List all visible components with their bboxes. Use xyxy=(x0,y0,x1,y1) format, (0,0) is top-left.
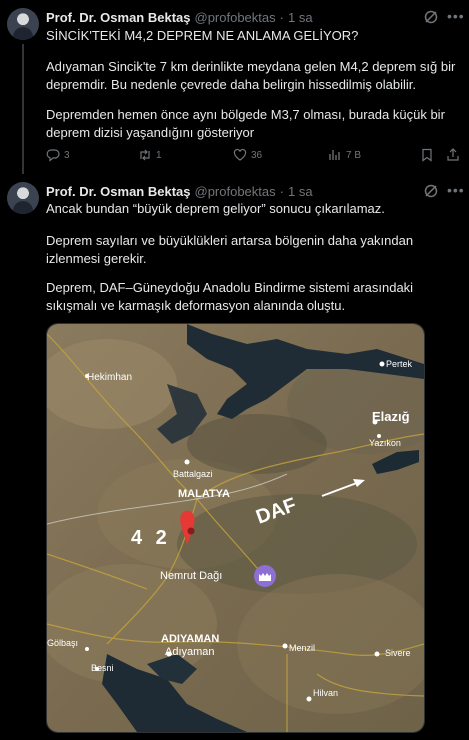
tweet-actions: 3 1 36 7 B xyxy=(46,148,461,168)
author-avatar[interactable] xyxy=(7,182,39,214)
tweet-paragraph: Ancak bundan “büyük deprem geliyor” sonu… xyxy=(46,201,385,216)
tweet-paragraph: Depremden hemen önce aynı bölgede M3,7 o… xyxy=(46,107,445,140)
repost-icon xyxy=(140,149,150,161)
views-button[interactable]: 7 B xyxy=(328,148,361,162)
tweet-timestamp[interactable]: 1 sa xyxy=(288,10,313,25)
reply-icon xyxy=(46,149,60,162)
map-label-golbasi: Gölbaşı xyxy=(47,638,78,648)
more-options-icon[interactable]: ••• xyxy=(447,183,464,197)
separator-dot: · xyxy=(279,184,284,199)
map-label-malatya: MALATYA xyxy=(178,488,230,500)
like-button[interactable]: 36 xyxy=(233,148,262,162)
view-count: 7 B xyxy=(346,149,362,161)
repost-count: 1 xyxy=(156,149,162,161)
tweet-header: Prof. Dr. Osman Bektaş @profobektas · 1 … xyxy=(46,10,313,25)
map-label-pertek: Pertek xyxy=(386,359,413,369)
separator-dot: · xyxy=(279,10,284,25)
map-label-elazig: Elazığ xyxy=(372,409,410,424)
map-label-nemrut: Nemrut Dağı xyxy=(160,570,222,582)
magnitude-label: 4 2 xyxy=(131,527,171,549)
share-icon xyxy=(447,148,459,161)
share-button[interactable] xyxy=(446,148,460,162)
satellite-map: Hekimhan Pertek Yazıkon Battalgazi Nemru… xyxy=(47,324,424,732)
like-count: 36 xyxy=(251,149,263,161)
map-label-hekimhan: Hekimhan xyxy=(87,372,132,383)
thread-connector-line xyxy=(22,44,24,174)
more-options-icon[interactable]: ••• xyxy=(447,9,464,23)
tweet-paragraph: Deprem, DAF–Güneydoğu Anadolu Bindirme s… xyxy=(46,280,414,313)
heart-icon xyxy=(233,148,247,161)
tweet-header: Prof. Dr. Osman Bektaş @profobektas · 1 … xyxy=(46,184,313,199)
reply-count: 3 xyxy=(64,149,70,161)
map-label-menzil: Menzil xyxy=(289,643,315,653)
map-label-yazikonak: Yazıkon xyxy=(369,438,401,448)
tweet-map-image[interactable]: Hekimhan Pertek Yazıkon Battalgazi Nemru… xyxy=(46,323,425,733)
reply-button[interactable]: 3 xyxy=(46,148,70,162)
map-label-adiyaman: Adıyaman xyxy=(165,646,215,658)
author-avatar[interactable] xyxy=(7,8,39,40)
views-icon xyxy=(329,150,340,160)
map-label-battalgazi: Battalgazi xyxy=(173,469,213,479)
grok-icon[interactable] xyxy=(423,9,439,25)
author-handle[interactable]: @profobektas xyxy=(195,184,276,199)
map-label-hilvan: Hilvan xyxy=(313,688,338,698)
tweet-timestamp[interactable]: 1 sa xyxy=(288,184,313,199)
bookmark-icon xyxy=(422,148,432,162)
bookmark-button[interactable] xyxy=(420,148,434,162)
author-name[interactable]: Prof. Dr. Osman Bektaş xyxy=(46,10,191,25)
grok-icon[interactable] xyxy=(423,183,439,199)
repost-button[interactable]: 1 xyxy=(138,148,162,162)
tweet-paragraph: Deprem sayıları ve büyüklükleri artarsa … xyxy=(46,233,414,266)
map-label-adiyaman-province: ADIYAMAN xyxy=(161,633,219,645)
landmark-marker-icon xyxy=(254,565,276,587)
author-name[interactable]: Prof. Dr. Osman Bektaş xyxy=(46,184,191,199)
tweet-headline: SİNCİK'TEKİ M4,2 DEPREM NE ANLAMA GELİYO… xyxy=(46,28,359,43)
map-label-siverek: Sivere xyxy=(385,648,411,658)
author-handle[interactable]: @profobektas xyxy=(195,10,276,25)
tweet-paragraph: Adıyaman Sincik'te 7 km derinlikte meyda… xyxy=(46,59,456,92)
map-label-besni: Besni xyxy=(91,663,114,673)
